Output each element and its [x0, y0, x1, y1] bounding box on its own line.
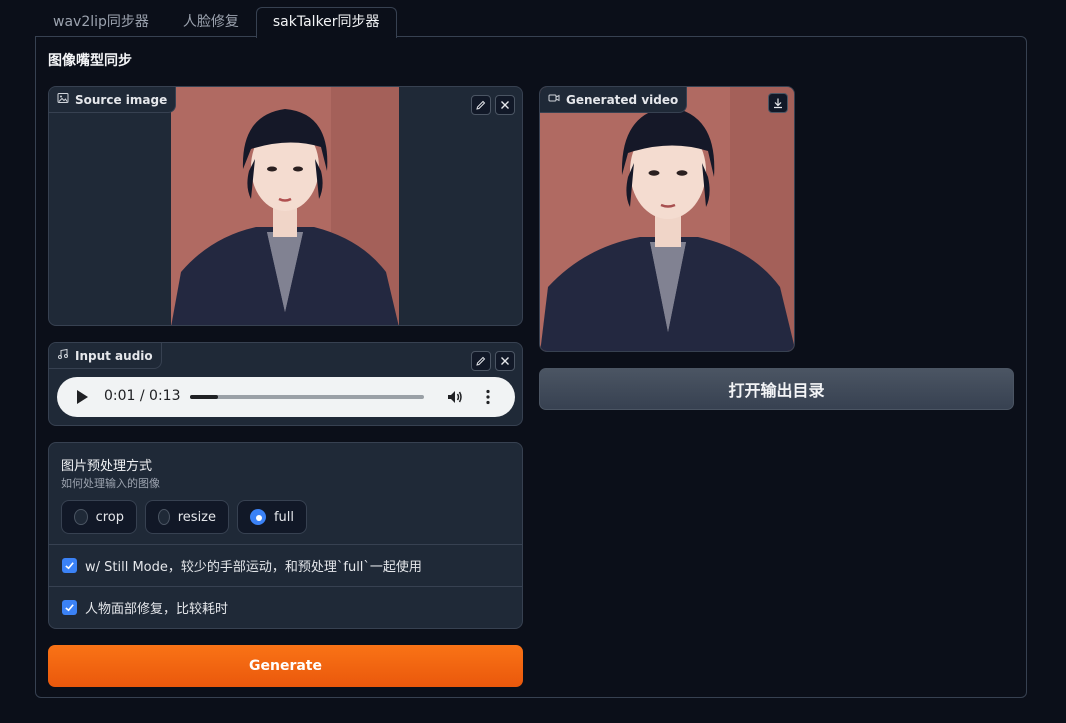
- tab-wav2lip[interactable]: wav2lip同步器: [36, 7, 166, 37]
- audio-player[interactable]: 0:01 / 0:13: [57, 377, 515, 417]
- radio-dot[interactable]: [74, 509, 88, 525]
- radio-label: full: [273, 509, 294, 525]
- audio-time: 0:01 / 0:13: [104, 388, 181, 404]
- edit-icon[interactable]: [471, 95, 491, 115]
- generated-video-label: Generated video: [540, 87, 688, 113]
- face-enhance-checkbox[interactable]: [62, 600, 77, 615]
- audio-progress-bar[interactable]: [190, 395, 424, 399]
- generated-video-block[interactable]: Generated video: [539, 86, 795, 352]
- radio-label: crop: [95, 509, 124, 525]
- still-mode-row[interactable]: w/ Still Mode，较少的手部运动，和预处理`full`一起使用: [49, 544, 522, 586]
- preprocess-description: 如何处理输入的图像: [61, 477, 160, 490]
- radio-full[interactable]: full: [237, 500, 307, 534]
- still-mode-checkbox[interactable]: [62, 558, 77, 573]
- music-note-icon: [57, 348, 69, 363]
- options-block: 图片预处理方式 如何处理输入的图像 crop resize full w/ St…: [48, 442, 523, 629]
- open-output-directory-button[interactable]: 打开输出目录: [539, 368, 1014, 410]
- face-enhance-label: 人物面部修复，比较耗时: [85, 602, 229, 617]
- radio-resize[interactable]: resize: [145, 500, 229, 534]
- close-icon[interactable]: [495, 95, 515, 115]
- radio-label: resize: [177, 509, 216, 525]
- still-mode-label: w/ Still Mode，较少的手部运动，和预处理`full`一起使用: [85, 560, 422, 575]
- generated-video-frame[interactable]: [540, 87, 794, 351]
- tab-sadtalker[interactable]: sakTalker同步器: [255, 7, 397, 38]
- source-portrait-image: [171, 87, 399, 325]
- close-icon[interactable]: [495, 351, 515, 371]
- radio-dot[interactable]: [158, 509, 170, 525]
- edit-icon[interactable]: [471, 351, 491, 371]
- panel-title: 图像嘴型同步: [48, 53, 132, 69]
- radio-dot-selected[interactable]: [250, 509, 266, 525]
- generate-button[interactable]: Generate: [48, 645, 523, 687]
- input-audio-block: Input audio 0:01 / 0:13: [48, 342, 523, 426]
- image-icon: [57, 92, 69, 107]
- source-image-label: Source image: [49, 87, 177, 113]
- tab-face-restore[interactable]: 人脸修复: [166, 7, 256, 37]
- volume-icon[interactable]: [446, 388, 464, 406]
- preprocess-title: 图片预处理方式: [61, 459, 153, 474]
- source-image-block[interactable]: Source image: [48, 86, 523, 326]
- play-icon[interactable]: [77, 390, 88, 404]
- generated-video-label-text: Generated video: [566, 92, 679, 107]
- more-options-icon[interactable]: [485, 389, 491, 405]
- video-camera-icon: [548, 92, 560, 107]
- download-icon[interactable]: [768, 93, 788, 113]
- radio-crop[interactable]: crop: [61, 500, 137, 534]
- face-enhance-row[interactable]: 人物面部修复，比较耗时: [49, 586, 522, 628]
- input-audio-label-text: Input audio: [75, 348, 153, 363]
- source-image-label-text: Source image: [75, 92, 168, 107]
- tab-bar: wav2lip同步器 人脸修复 sakTalker同步器: [36, 7, 397, 38]
- input-audio-label: Input audio: [49, 343, 162, 369]
